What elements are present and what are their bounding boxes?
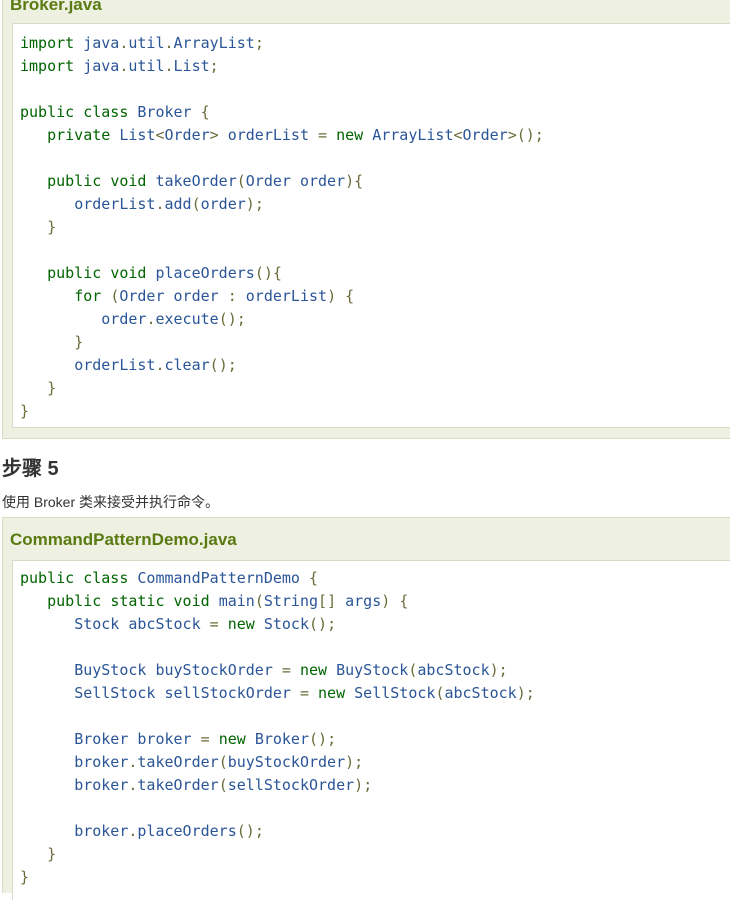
code-line: import java.util.ArrayList; — [20, 34, 264, 52]
code-file-title: CommandPatternDemo.java — [10, 530, 237, 549]
code-block-demo: CommandPatternDemo.java public class Com… — [2, 517, 730, 900]
code-line: } — [47, 379, 57, 397]
code-panel: import java.util.ArrayList; import java.u… — [12, 23, 730, 428]
code-line: broker.takeOrder(buyStockOrder); — [74, 753, 364, 771]
code-line: orderList.clear(); — [74, 356, 237, 374]
code-line: } — [20, 868, 30, 886]
code-line: private List<Order> orderList = new Arra… — [47, 126, 544, 144]
code-line: Stock abcStock = new Stock(); — [74, 615, 337, 633]
code-line: broker.takeOrder(sellStockOrder); — [74, 776, 373, 794]
code-line: import java.util.List; — [20, 57, 219, 75]
code-line: public void takeOrder(Order order){ — [47, 172, 364, 190]
code-block-broker: Broker.java import java.util.ArrayList; i… — [2, 0, 730, 439]
code-line: } — [74, 333, 84, 351]
code-line: for (Order order : orderList) { — [74, 287, 355, 305]
code-line: order.execute(); — [101, 310, 246, 328]
code-line: public void placeOrders(){ — [47, 264, 282, 282]
code-line: Broker broker = new Broker(); — [74, 730, 337, 748]
code-line: } — [20, 402, 30, 420]
code-line: public class Broker { — [20, 103, 210, 121]
step-heading: 步骤 5 — [2, 458, 59, 480]
code-panel: public class CommandPatternDemo { public… — [12, 560, 730, 900]
code-file-title: Broker.java — [10, 0, 102, 14]
code-line: } — [47, 218, 57, 236]
code-line: broker.placeOrders(); — [74, 822, 264, 840]
code-line: SellStock sellStockOrder = new SellStock… — [74, 684, 535, 702]
code-line: public static void main(String[] args) { — [47, 592, 409, 610]
code-line: } — [47, 845, 57, 863]
code-line: BuyStock buyStockOrder = new BuyStock(ab… — [74, 661, 508, 679]
code-line: public class CommandPatternDemo { — [20, 569, 319, 587]
code-line: orderList.add(order); — [74, 195, 264, 213]
step-description: 使用 Broker 类来接受并执行命令。 — [2, 494, 220, 510]
